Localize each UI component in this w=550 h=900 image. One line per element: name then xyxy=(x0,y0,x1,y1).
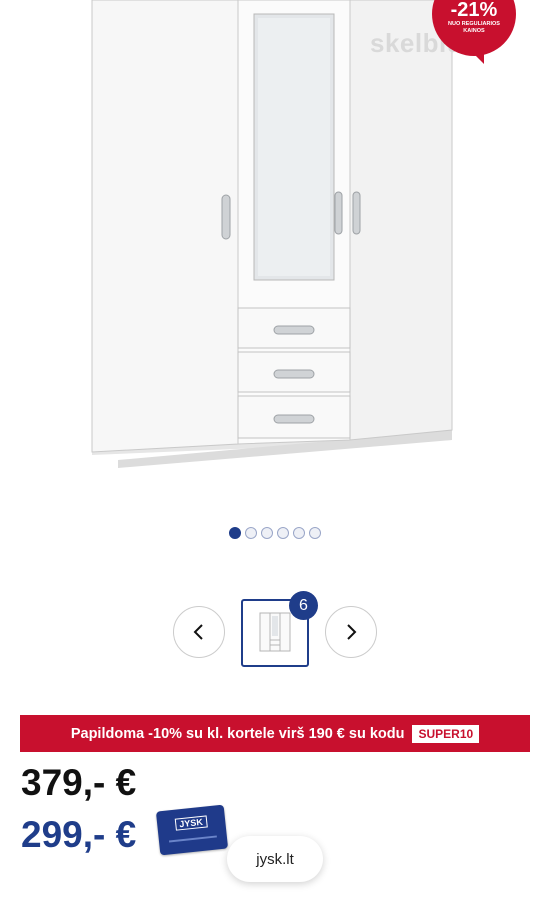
carousel-dot-1[interactable] xyxy=(229,526,241,539)
carousel-dots xyxy=(0,524,550,542)
promo-code: SUPER10 xyxy=(412,724,480,743)
carousel-dot-5[interactable] xyxy=(293,526,305,539)
wardrobe-illustration xyxy=(91,0,453,468)
discount-subtext: NUO REGULIARIOS KAINOS xyxy=(448,21,500,34)
discount-percent: -21% xyxy=(450,0,498,21)
promo-text: Papildoma -10% su kl. kortele virš 190 €… xyxy=(70,725,405,742)
card-stripe xyxy=(168,835,217,843)
carousel-dot-4[interactable] xyxy=(277,526,289,539)
next-image-button[interactable] xyxy=(325,606,377,658)
image-count-badge: 6 xyxy=(289,591,318,620)
carousel-dot-2[interactable] xyxy=(245,526,257,539)
promo-banner[interactable]: Papildoma -10% su kl. kortele virš 190 €… xyxy=(20,715,530,752)
regular-price: 379,- € xyxy=(21,762,137,803)
loyalty-card-image: JYSK xyxy=(155,804,229,856)
source-link-pill[interactable]: jysk.lt xyxy=(227,836,323,882)
prev-image-button[interactable] xyxy=(173,606,225,658)
chevron-left-icon xyxy=(193,624,203,640)
carousel-dot-3[interactable] xyxy=(261,526,273,539)
card-logo: JYSK xyxy=(174,815,208,831)
chevron-right-icon xyxy=(347,624,357,640)
product-image[interactable]: skelbiu.lt -21% NUO REGULIARIOS KAINOS xyxy=(0,0,550,510)
sale-price: 299,- € xyxy=(21,814,137,855)
carousel-dot-6[interactable] xyxy=(309,526,321,539)
